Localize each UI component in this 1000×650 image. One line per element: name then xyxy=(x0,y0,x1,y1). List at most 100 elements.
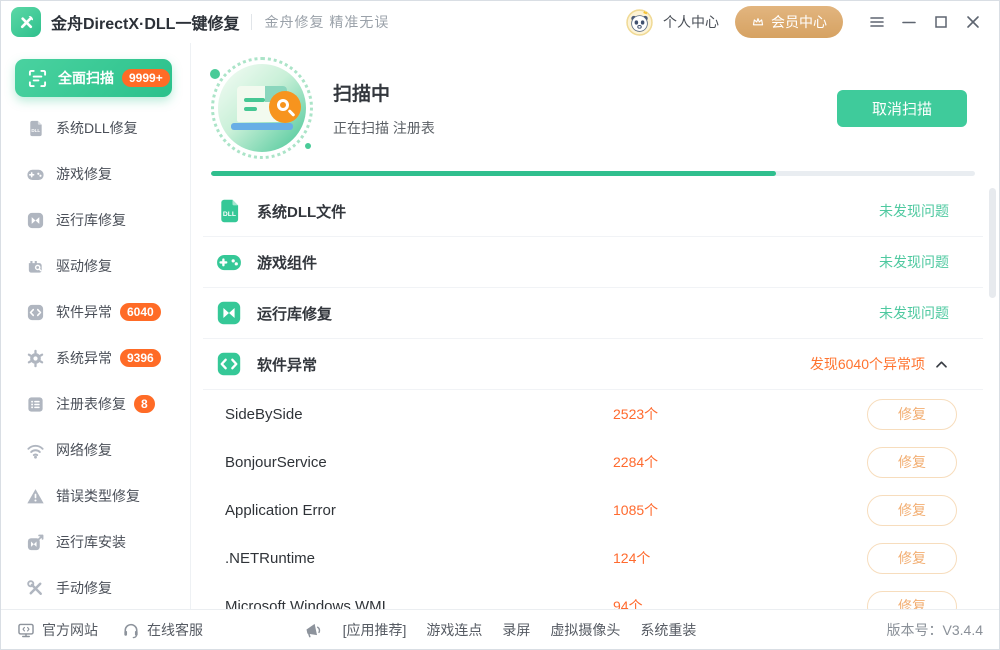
sidebar-item-driver-repair[interactable]: 驱动修复 xyxy=(1,243,190,289)
sidebar-item-label: 手动修复 xyxy=(56,580,112,596)
scan-status-detail: 正在扫描 注册表 xyxy=(333,119,435,136)
warning-icon xyxy=(25,486,45,506)
dll-file-icon xyxy=(215,197,243,225)
code-icon xyxy=(25,302,45,322)
issue-count: 124个 xyxy=(613,550,651,566)
result-row-software-errors[interactable]: 软件异常 发现6040个异常项 xyxy=(203,339,983,390)
main-panel: 扫描中 正在扫描 注册表 取消扫描 系统DLL文件 未发现问题 游戏组件 未发现… xyxy=(191,43,999,609)
result-label: 软件异常 xyxy=(257,356,318,374)
sidebar-item-label: 网络修复 xyxy=(56,442,112,458)
sidebar: 全面扫描 9999+ 系统DLL修复 游戏修复 运行库修复 驱动修复 软件异常 … xyxy=(1,43,191,609)
dll-file-icon xyxy=(25,118,45,138)
sidebar-item-label: 运行库修复 xyxy=(56,212,126,228)
promo-link-game-clicker[interactable]: 游戏连点 xyxy=(426,620,482,640)
issue-count: 94个 xyxy=(613,598,643,609)
chevron-up-icon[interactable] xyxy=(934,357,949,372)
megaphone-icon xyxy=(304,620,323,639)
titlebar: 金舟DirectX·DLL一键修复 金舟修复 精准无误 个人中心 会员中心 xyxy=(1,1,999,43)
install-icon xyxy=(25,532,45,552)
repair-button[interactable]: 修复 xyxy=(867,494,957,526)
results-list: 系统DLL文件 未发现问题 游戏组件 未发现问题 运行库修复 未发现问题 软件异… xyxy=(203,186,983,609)
sidebar-item-label: 运行库安装 xyxy=(56,534,126,550)
sidebar-item-manual-repair[interactable]: 手动修复 xyxy=(1,565,190,611)
result-status: 未发现问题 xyxy=(879,203,949,219)
issue-count: 2523个 xyxy=(613,406,659,422)
issue-row: Microsoft Windows WMI 94个 修复 xyxy=(203,582,983,609)
close-button[interactable] xyxy=(959,9,987,35)
issue-name: .NETRuntime xyxy=(225,549,316,567)
sidebar-item-dll-repair[interactable]: 系统DLL修复 xyxy=(1,105,190,151)
app-logo-icon xyxy=(11,7,41,37)
maximize-icon xyxy=(935,16,947,28)
repair-button[interactable]: 修复 xyxy=(867,398,957,430)
sidebar-item-registry-repair[interactable]: 注册表修复 8 xyxy=(1,381,190,427)
code-icon xyxy=(215,350,243,378)
result-status: 未发现问题 xyxy=(879,305,949,321)
maximize-button[interactable] xyxy=(927,9,955,35)
issue-count: 1085个 xyxy=(613,502,659,518)
vip-center-button[interactable]: 会员中心 xyxy=(735,6,843,38)
gear-icon xyxy=(25,348,45,368)
result-row-game-components[interactable]: 游戏组件 未发现问题 xyxy=(203,237,983,288)
scan-icon xyxy=(27,68,47,88)
issue-name: Application Error xyxy=(225,501,336,519)
count-badge: 8 xyxy=(134,395,155,413)
driver-icon xyxy=(25,256,45,276)
promo-link-virtual-camera[interactable]: 虚拟摄像头 xyxy=(550,620,620,640)
tools-icon xyxy=(25,578,45,598)
vip-center-label: 会员中心 xyxy=(771,14,827,30)
online-support-link[interactable]: 在线客服 xyxy=(122,620,203,640)
app-window: 金舟DirectX·DLL一键修复 金舟修复 精准无误 个人中心 会员中心 全面… xyxy=(0,0,1000,650)
issue-name: Microsoft Windows WMI xyxy=(225,597,386,610)
scan-progress-bar xyxy=(211,171,975,176)
sidebar-item-system-errors[interactable]: 系统异常 9396 xyxy=(1,335,190,381)
cancel-scan-button[interactable]: 取消扫描 xyxy=(837,89,967,127)
repair-button[interactable]: 修复 xyxy=(867,590,957,609)
result-status: 未发现问题 xyxy=(879,254,949,270)
registry-icon xyxy=(25,394,45,414)
hamburger-icon xyxy=(870,17,884,27)
result-row-system-dll[interactable]: 系统DLL文件 未发现问题 xyxy=(203,186,983,237)
sidebar-item-label: 系统DLL修复 xyxy=(56,120,138,136)
app-title: 金舟DirectX·DLL一键修复 xyxy=(51,16,240,33)
issue-name: SideBySide xyxy=(225,405,303,423)
result-label: 游戏组件 xyxy=(257,254,318,272)
issue-row: SideBySide 2523个 修复 xyxy=(203,390,983,438)
result-row-runtime-repair[interactable]: 运行库修复 未发现问题 xyxy=(203,288,983,339)
menu-button[interactable] xyxy=(863,9,891,35)
count-badge: 9396 xyxy=(120,349,161,367)
sidebar-item-label: 游戏修复 xyxy=(56,166,112,182)
minimize-icon xyxy=(902,21,916,24)
issue-count: 2284个 xyxy=(613,454,659,470)
sidebar-item-software-errors[interactable]: 软件异常 6040 xyxy=(1,289,190,335)
headset-icon xyxy=(122,621,140,639)
user-avatar[interactable] xyxy=(626,8,653,36)
minimize-button[interactable] xyxy=(895,9,923,35)
promo-link-screen-record[interactable]: 录屏 xyxy=(502,620,530,640)
repair-button[interactable]: 修复 xyxy=(867,542,957,574)
sidebar-item-runtime-repair[interactable]: 运行库修复 xyxy=(1,197,190,243)
sidebar-item-error-type-repair[interactable]: 错误类型修复 xyxy=(1,473,190,519)
official-site-link[interactable]: 官方网站 xyxy=(17,620,98,640)
gamepad-icon xyxy=(215,248,243,276)
scan-illustration xyxy=(210,57,313,159)
repair-button[interactable]: 修复 xyxy=(867,446,957,478)
scrollbar[interactable] xyxy=(989,188,996,298)
user-center-link[interactable]: 个人中心 xyxy=(663,12,719,32)
issue-name: BonjourService xyxy=(225,453,327,471)
promo-link-system-reinstall[interactable]: 系统重装 xyxy=(640,620,696,640)
wifi-icon xyxy=(25,440,45,460)
sidebar-item-runtime-install[interactable]: 运行库安装 xyxy=(1,519,190,565)
online-support-label: 在线客服 xyxy=(147,621,203,638)
official-site-label: 官方网站 xyxy=(42,621,98,638)
sidebar-item-full-scan[interactable]: 全面扫描 9999+ xyxy=(15,59,172,97)
scan-status-title: 扫描中 xyxy=(333,83,391,105)
sidebar-item-network-repair[interactable]: 网络修复 xyxy=(1,427,190,473)
runtime-icon xyxy=(25,210,45,230)
result-label: 运行库修复 xyxy=(257,305,333,323)
gamepad-icon xyxy=(25,164,45,184)
sidebar-item-label: 系统异常 xyxy=(56,350,112,366)
sidebar-item-game-repair[interactable]: 游戏修复 xyxy=(1,151,190,197)
result-status: 发现6040个异常项 xyxy=(809,356,925,372)
sidebar-item-label: 软件异常 xyxy=(56,304,112,320)
